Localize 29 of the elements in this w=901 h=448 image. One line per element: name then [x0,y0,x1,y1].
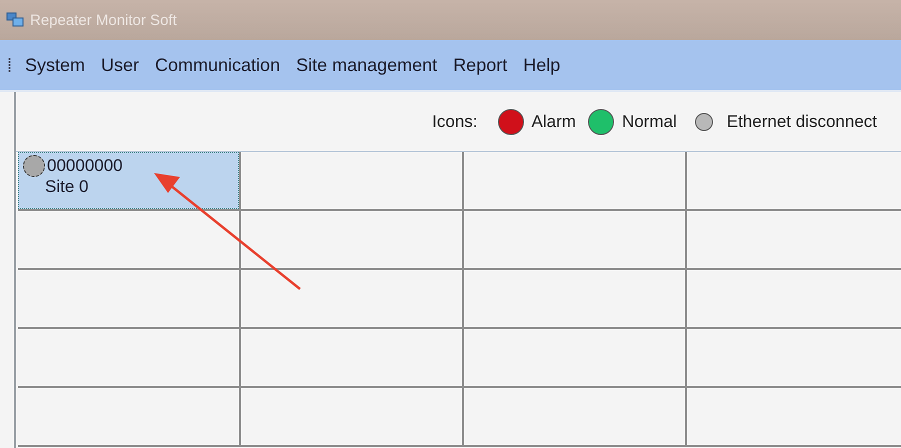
legend-text: Alarm [532,112,576,132]
site-id: 00000000 [47,156,123,176]
grid-cell[interactable] [18,388,241,447]
menu-item[interactable]: Site management [292,54,450,76]
legend-text: Normal [622,112,677,132]
site-name: Site 0 [44,177,90,197]
menu-item[interactable]: User [97,54,152,76]
window-title: Repeater Monitor Soft [30,12,177,28]
grip-icon [8,57,11,73]
legend-text: Ethernet disconnect [726,112,877,132]
grid-cell[interactable] [18,270,241,329]
grid-cell[interactable] [464,152,687,211]
grid-cell[interactable] [241,152,464,211]
grid-cell[interactable] [464,388,687,447]
menu-item[interactable]: Help [519,54,572,76]
menu-item[interactable]: System [21,54,98,76]
grid-cell[interactable] [18,211,241,270]
grid-cell[interactable] [464,329,687,388]
grid-cell[interactable] [241,211,464,270]
grid-cell[interactable] [464,270,687,329]
menu-item[interactable]: Communication [151,54,292,76]
grid-cell[interactable] [241,270,464,329]
legend-label: Icons: [432,112,478,132]
menu-item[interactable]: Report [449,54,520,76]
grid-cell[interactable] [18,329,241,388]
grid-cell[interactable] [464,211,687,270]
grid-cell[interactable] [241,329,464,388]
monitors-icon [6,12,24,28]
grid-cell[interactable] [241,388,464,447]
